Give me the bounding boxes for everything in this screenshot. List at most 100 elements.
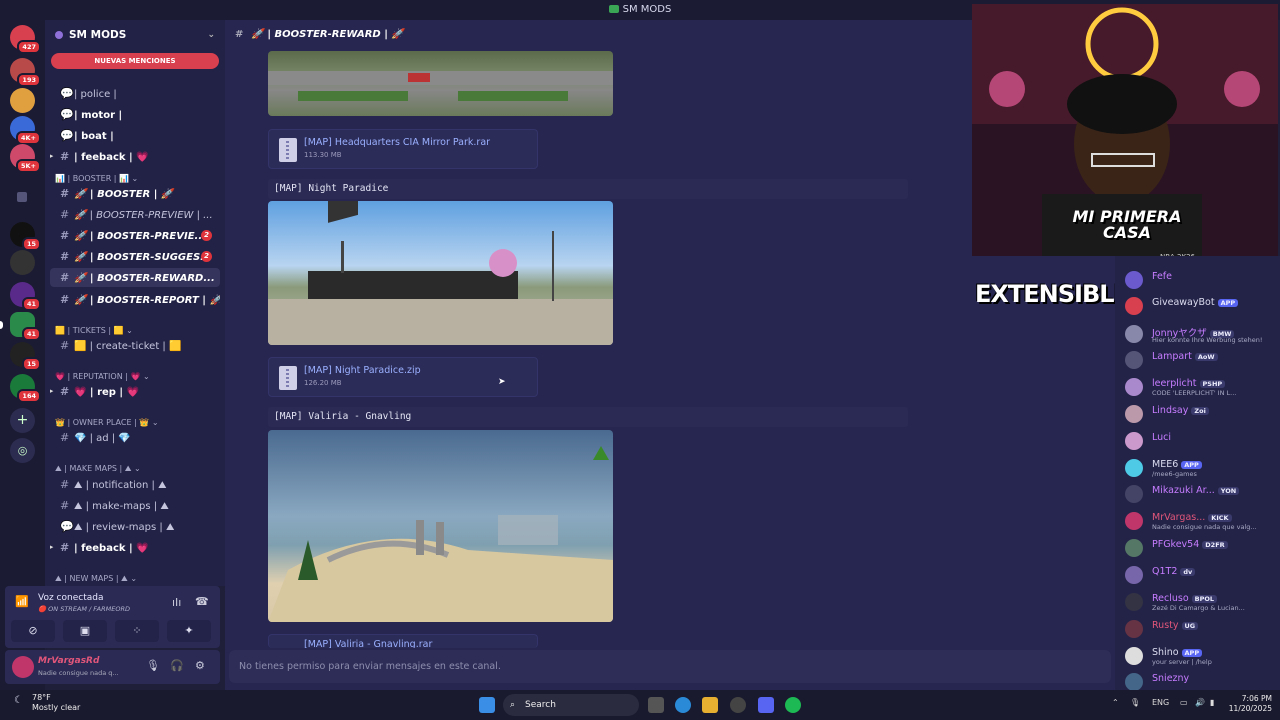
member-item[interactable]: Rusty UG: [1120, 617, 1278, 641]
map-screenshot-image[interactable]: [268, 430, 613, 622]
windows-start-icon[interactable]: [479, 697, 495, 713]
server-icon[interactable]: [10, 250, 35, 275]
server-icon[interactable]: 164: [10, 374, 41, 403]
soundboard-icon[interactable]: ıIı: [172, 596, 181, 609]
member-item[interactable]: Q1T2 dv: [1120, 563, 1278, 587]
member-item[interactable]: leerplicht PSHP CODE 'LEERPLICHT' IN L...: [1120, 375, 1278, 399]
effects-icon[interactable]: ✦: [167, 620, 211, 642]
new-mentions-bar[interactable]: NUEVAS MENCIONES: [51, 53, 219, 69]
microphone-tray-icon[interactable]: 🎙: [1130, 698, 1140, 707]
member-item[interactable]: Lampart AoW: [1120, 348, 1278, 372]
server-header[interactable]: SM MODS ⌄: [45, 20, 225, 50]
search-box[interactable]: ⌕ Search: [503, 694, 639, 716]
discover-icon[interactable]: ◎: [10, 438, 35, 463]
chrome-icon[interactable]: [730, 697, 746, 713]
member-tag: BPOL: [1191, 594, 1218, 603]
member-item[interactable]: MrVargas... KICK Nadie consigue nada que v…: [1120, 509, 1278, 533]
member-item[interactable]: Lindsay Zoi: [1120, 402, 1278, 426]
server-icon[interactable]: 15: [10, 342, 41, 371]
file-attachment[interactable]: [MAP] Valiria - Gnavling.rar: [268, 634, 538, 648]
file-name[interactable]: [MAP] Valiria - Gnavling.rar: [304, 639, 432, 648]
channel-item[interactable]: 💬⛰ | review-maps | ⛰: [50, 517, 220, 536]
server-icon[interactable]: 193: [10, 58, 41, 87]
channel-item[interactable]: # 🚀 | BOOSTER-PREVIE... 2: [50, 226, 220, 245]
voice-status: Voz conectada: [38, 593, 104, 603]
category-header[interactable]: 🟨 | TICKETS | 🟨 ⌄: [55, 326, 133, 335]
member-item[interactable]: Recluso BPOL Zezé Di Camargo & Lucian...: [1120, 590, 1278, 614]
channel-item[interactable]: # 🚀 | BOOSTER | 🚀: [50, 184, 220, 203]
unread-arrow-icon: ▶: [50, 387, 54, 395]
server-icon[interactable]: 15: [10, 222, 41, 251]
channel-item[interactable]: # ⛰ | make-maps | ⛰: [50, 496, 220, 515]
member-name: Rusty UG: [1152, 620, 1199, 631]
channel-item[interactable]: # 🟨 | create-ticket | 🟨: [50, 336, 220, 355]
member-item[interactable]: Luci: [1120, 429, 1278, 453]
tray-chevron-icon[interactable]: ⌃: [1112, 698, 1119, 707]
clock[interactable]: 7:06 PM 11/20/2025: [1229, 694, 1272, 714]
server-icon-sm-mods[interactable]: 41: [0, 312, 41, 341]
member-item[interactable]: Shino APP your server | /help: [1120, 644, 1278, 668]
member-tag: PSHP: [1199, 379, 1226, 388]
member-item[interactable]: GiveawayBot APP: [1120, 294, 1278, 318]
server-icon[interactable]: 4K+: [10, 116, 41, 145]
file-name[interactable]: [MAP] Night Paradice.zip: [304, 365, 421, 376]
channel-item[interactable]: 💬| boat |: [50, 126, 220, 145]
add-server-icon[interactable]: +: [10, 408, 35, 433]
avatar[interactable]: [12, 656, 34, 678]
file-explorer-icon[interactable]: [702, 697, 718, 713]
disconnect-icon[interactable]: ☎: [195, 595, 209, 608]
channel-label: 🚀 | BOOSTER-SUGGES...: [74, 252, 212, 263]
category-header[interactable]: ⛰ | NEW MAPS | ⛰ ⌄: [55, 574, 137, 584]
discord-icon[interactable]: [758, 697, 774, 713]
network-icon[interactable]: ▭: [1180, 698, 1188, 707]
signal-icon: 📶: [15, 595, 29, 608]
settings-gear-icon[interactable]: ⚙: [195, 659, 205, 672]
language-indicator[interactable]: ENG: [1152, 698, 1169, 707]
channel-item[interactable]: ▶ # | feeback | 💗: [50, 147, 220, 166]
camera-off-icon[interactable]: ⊘: [11, 620, 55, 642]
channel-item[interactable]: # 🚀 | BOOSTER-REPORT | 🚀: [50, 290, 220, 309]
channel-item[interactable]: # 🚀 | BOOSTER-PREVIEW | ...: [50, 205, 220, 224]
channel-item[interactable]: # 🚀 | BOOSTER-REWARD...: [50, 268, 220, 287]
channel-item[interactable]: # 🚀 | BOOSTER-SUGGES... 2: [50, 247, 220, 266]
volume-icon[interactable]: 🔊: [1195, 698, 1205, 707]
server-icon[interactable]: 5K+: [10, 144, 41, 173]
member-item[interactable]: MEE6 APP/mee6-games: [1120, 456, 1278, 480]
channel-label: 🚀 | BOOSTER-REWARD...: [74, 273, 215, 284]
map-screenshot-image[interactable]: [268, 201, 613, 345]
category-header[interactable]: ⛰ | MAKE MAPS | ⛰ ⌄: [55, 464, 141, 474]
file-attachment[interactable]: [MAP] Headquarters CIA Mirror Park.rar 1…: [268, 129, 538, 169]
channel-item[interactable]: 💬| motor |: [50, 105, 220, 124]
server-icon[interactable]: 41: [10, 282, 41, 311]
server-icon-home[interactable]: 427: [10, 25, 41, 54]
activities-icon[interactable]: ⁘: [115, 620, 159, 642]
member-item[interactable]: PFGkev54 D2FR: [1120, 536, 1278, 560]
category-header[interactable]: 📊 | BOOSTER | 📊 ⌄: [55, 174, 138, 183]
channel-item[interactable]: ▶ # | feeback | 💗: [50, 538, 220, 557]
member-name-text: Lampart: [1152, 351, 1192, 362]
headphones-icon[interactable]: 🎧: [170, 659, 184, 672]
channel-item[interactable]: # ⛰ | notification | ⛰: [50, 475, 220, 494]
spotify-icon[interactable]: [785, 697, 801, 713]
channel-item[interactable]: # 💎 | ad | 💎: [50, 428, 220, 447]
member-item[interactable]: Mikazuki Ar... YON: [1120, 482, 1278, 506]
member-item[interactable]: Jonnyヤクザ BMW Hier könnte Ihre Werbung steh…: [1120, 322, 1278, 346]
weather-widget[interactable]: 78°F Mostly clear: [32, 693, 80, 713]
channel-item[interactable]: 💬| police |: [50, 84, 220, 103]
voice-channel[interactable]: 🔴 ON STREAM / FARMEORD: [38, 605, 130, 613]
category-header[interactable]: 👑 | OWNER PLACE | 👑 ⌄: [55, 418, 159, 427]
task-view-icon[interactable]: [648, 697, 664, 713]
server-icon[interactable]: [10, 88, 35, 113]
file-name[interactable]: [MAP] Headquarters CIA Mirror Park.rar: [304, 137, 490, 148]
member-item[interactable]: Sniezny: [1120, 670, 1278, 690]
edge-browser-icon[interactable]: [675, 697, 691, 713]
category-header[interactable]: 💗 | REPUTATION | 💗 ⌄: [55, 372, 150, 381]
member-name-text: GiveawayBot: [1152, 297, 1215, 308]
map-screenshot-image[interactable]: [268, 51, 613, 116]
channel-item[interactable]: ▶ # 💗 | rep | 💗: [50, 382, 220, 401]
battery-icon[interactable]: ▮: [1210, 698, 1214, 707]
screen-share-icon[interactable]: ▣: [63, 620, 107, 642]
member-item[interactable]: Fefe: [1120, 268, 1278, 292]
folder-icon[interactable]: [17, 192, 27, 202]
microphone-icon[interactable]: 🎙: [146, 659, 160, 672]
